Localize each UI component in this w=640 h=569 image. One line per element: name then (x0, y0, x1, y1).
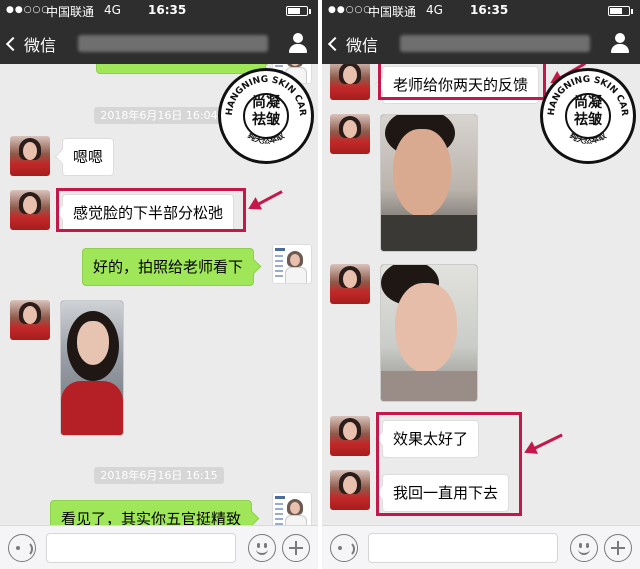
avatar[interactable] (272, 492, 312, 525)
avatar[interactable] (330, 64, 370, 100)
photo-message[interactable] (60, 300, 124, 436)
nav-bar: 微信 (322, 22, 640, 64)
stamp-brand: 尚凝 祛皱 (252, 95, 280, 128)
message-list[interactable]: 老师给你两天的反馈 效果太好了 我回一直用下去 SHANGNING SKIN C… (322, 64, 640, 525)
photo-message[interactable] (380, 114, 478, 252)
battery-icon (286, 6, 311, 16)
message-bubble[interactable]: 看见了，其实你五官挺精致 (50, 500, 253, 525)
highlight-box (376, 412, 522, 516)
brand-stamp: SHANGNING SKIN CARE 纯天然萃取 尚凝祛皱 (540, 68, 636, 164)
photo-message[interactable] (380, 264, 478, 402)
status-bar: ●●○○○ 中国联通 4G 16:35 (0, 0, 318, 22)
back-button[interactable]: 微信 (5, 32, 57, 56)
arrow-icon (251, 190, 283, 209)
signal-icon: ●●○○○ (6, 5, 51, 15)
avatar[interactable] (330, 416, 370, 456)
nav-bar: 微信 (0, 22, 318, 64)
clock: 16:35 (148, 3, 187, 17)
person-icon[interactable] (610, 33, 630, 53)
chat-title-blurred (400, 35, 590, 52)
avatar[interactable] (10, 190, 50, 230)
voice-icon[interactable] (8, 534, 36, 562)
avatar[interactable] (330, 264, 370, 304)
plus-icon[interactable] (282, 534, 310, 562)
message-list[interactable]: 2018年6月16日 16:04 嗯嗯 感觉脸的下半部分松弛 好的，拍照给老师看… (0, 64, 318, 525)
highlight-box (56, 188, 246, 232)
input-bar (0, 525, 318, 569)
status-bar: ●●○○○ 中国联通 4G 16:35 (322, 0, 640, 22)
avatar[interactable] (10, 300, 50, 340)
network-label: 4G (104, 3, 121, 17)
avatar[interactable] (10, 136, 50, 176)
carrier-label: 中国联通 (46, 5, 95, 19)
brand-stamp: SHANGNING SKIN CARE 纯天然萃取 尚凝祛皱 (218, 68, 314, 164)
back-button[interactable]: 微信 (327, 32, 379, 56)
avatar[interactable] (330, 470, 370, 510)
emoji-icon[interactable] (570, 534, 598, 562)
chat-title-blurred (78, 35, 268, 52)
message-bubble[interactable]: 嗯嗯 (62, 138, 115, 176)
plus-icon[interactable] (604, 534, 632, 562)
avatar[interactable] (330, 114, 370, 154)
chat-screen-left: ●●○○○ 中国联通 4G 16:35 微信 2018年6月16日 16:04 … (0, 0, 318, 569)
timestamp: 2018年6月16日 16:15 (0, 464, 318, 484)
highlight-box (378, 64, 546, 100)
message-input[interactable] (368, 533, 558, 563)
battery-icon (608, 6, 633, 16)
input-bar (322, 525, 640, 569)
emoji-icon[interactable] (248, 534, 276, 562)
back-label: 微信 (24, 36, 57, 55)
carrier-label: 中国联通 (368, 5, 417, 19)
chat-screen-right: ●●○○○ 中国联通 4G 16:35 微信 老师给你两天的反馈 效果太好了 我… (322, 0, 640, 569)
back-label: 微信 (346, 36, 379, 55)
person-icon[interactable] (288, 33, 308, 53)
voice-icon[interactable] (330, 534, 358, 562)
message-bubble[interactable]: 好的，拍照给老师看下 (82, 248, 255, 286)
message-input[interactable] (46, 533, 236, 563)
back-chevron-icon (5, 36, 21, 52)
network-label: 4G (426, 3, 443, 17)
stamp-brand: 尚凝 祛皱 (574, 95, 602, 128)
avatar[interactable] (272, 244, 312, 284)
arrow-icon (527, 433, 563, 453)
clock: 16:35 (470, 3, 509, 17)
signal-icon: ●●○○○ (328, 5, 373, 15)
back-chevron-icon (327, 36, 343, 52)
